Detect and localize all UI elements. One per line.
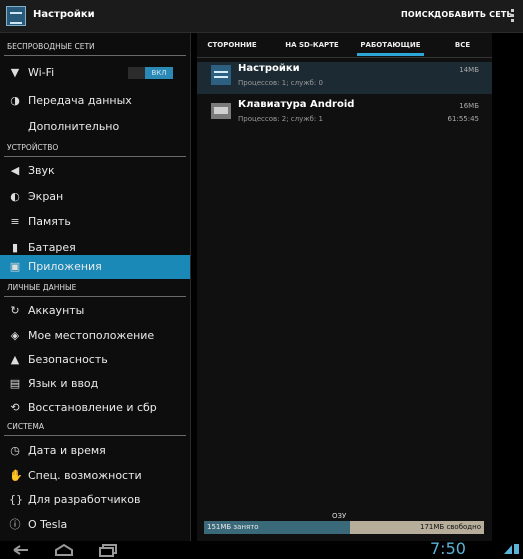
action-bar: Настройки ПОИСК ДОБАВИТЬ СЕТЬ — [0, 0, 523, 33]
sidebar-item-apps[interactable]: ▣ Приложения — [0, 255, 190, 279]
signal-icon — [504, 545, 512, 554]
clock: 7:50 — [430, 539, 466, 558]
language-icon: ▤ — [9, 377, 21, 390]
sidebar-item-date-time[interactable]: ◷ Дата и время — [0, 439, 190, 463]
accessibility-icon: ✋ — [9, 469, 23, 482]
clock-icon: ◷ — [10, 444, 20, 457]
list-item[interactable]: Клавиатура Android Процессов: 2; служб: … — [197, 98, 492, 130]
display-icon: ◐ — [10, 190, 20, 203]
location-icon: ◈ — [10, 329, 20, 342]
pane-divider — [190, 33, 191, 541]
ram-usage-bar: 151МБ занято 171МБ свободно — [204, 521, 484, 534]
battery-icon: ▮ — [11, 241, 19, 254]
section-wireless: БЕСПРОВОДНЫЕ СЕТИ — [0, 38, 190, 56]
list-item[interactable]: Настройки Процессов: 1; служб: 0 14МБ — [197, 62, 492, 94]
app-tabs: СТОРОННИЕ НА SD-КАРТЕ РАБОТАЮЩИЕ ВСЕ — [197, 33, 492, 58]
sidebar-item-display[interactable]: ◐ Экран — [0, 185, 190, 209]
back-icon[interactable] — [10, 544, 32, 557]
section-device: УСТРОЙСТВО — [0, 139, 190, 157]
developer-icon: {} — [9, 493, 23, 506]
info-icon: ⓘ — [9, 518, 21, 531]
sidebar-item-data-usage[interactable]: ◑ Передача данных — [0, 89, 190, 113]
wifi-icon: ▼ — [10, 66, 20, 79]
sidebar-item-backup[interactable]: ⟲ Восстановление и сбр — [0, 396, 190, 420]
section-personal: ЛИЧНЫЕ ДАННЫЕ — [0, 279, 190, 297]
tab-all[interactable]: ВСЕ — [435, 33, 490, 58]
tab-sd-card[interactable]: НА SD-КАРТЕ — [275, 33, 349, 58]
sidebar-item-accessibility[interactable]: ✋ Спец. возможности — [0, 464, 190, 488]
sound-icon: ◀ — [10, 164, 20, 177]
wifi-toggle[interactable]: ВКЛ — [128, 67, 173, 79]
sidebar-item-more[interactable]: Дополнительно — [0, 115, 190, 139]
home-icon[interactable] — [53, 543, 75, 557]
keyboard-app-icon — [211, 101, 231, 121]
sidebar-item-wifi[interactable]: ▼ Wi-Fi ВКЛ — [0, 61, 190, 85]
sidebar-item-accounts[interactable]: ↻ Аккаунты — [0, 299, 190, 323]
recent-apps-icon[interactable] — [97, 543, 119, 557]
ram-used-label: 151МБ занято — [207, 523, 259, 531]
sidebar-item-about[interactable]: ⓘ O Tesla — [0, 513, 190, 537]
overflow-menu-icon[interactable] — [511, 9, 515, 24]
apps-icon: ▣ — [9, 260, 21, 273]
sidebar-item-security[interactable]: ▲ Безопасность — [0, 348, 190, 372]
settings-app-icon[interactable] — [6, 6, 26, 26]
data-usage-icon: ◑ — [10, 94, 20, 107]
lock-icon: ▲ — [10, 353, 20, 366]
sidebar-item-developer[interactable]: {} Для разработчиков — [0, 488, 190, 512]
sync-icon: ↻ — [10, 304, 20, 317]
battery-status-icon — [514, 544, 519, 554]
sidebar-item-language[interactable]: ▤ Язык и ввод — [0, 372, 190, 396]
sidebar-item-location[interactable]: ◈ Мое местоположение — [0, 324, 190, 348]
apps-pane: СТОРОННИЕ НА SD-КАРТЕ РАБОТАЮЩИЕ ВСЕ Нас… — [197, 33, 492, 541]
settings-app-icon — [211, 65, 231, 85]
tab-downloaded[interactable]: СТОРОННИЕ — [197, 33, 267, 58]
search-button[interactable]: ПОИСК — [401, 10, 435, 19]
sidebar-item-storage[interactable]: ≡ Память — [0, 210, 190, 234]
settings-sidebar: БЕСПРОВОДНЫЕ СЕТИ ▼ Wi-Fi ВКЛ ◑ Передача… — [0, 33, 190, 541]
ram-caption: ОЗУ — [332, 512, 347, 520]
app-title: Настройки — [33, 9, 95, 20]
section-system: СИСТЕМА — [0, 418, 190, 436]
tab-running[interactable]: РАБОТАЮЩИЕ — [353, 33, 428, 58]
storage-icon: ≡ — [10, 215, 20, 228]
ram-free-label: 171МБ свободно — [420, 523, 481, 531]
backup-icon: ⟲ — [10, 401, 20, 414]
sidebar-item-sound[interactable]: ◀ Звук — [0, 159, 190, 183]
add-network-button[interactable]: ДОБАВИТЬ СЕТЬ — [434, 10, 513, 19]
